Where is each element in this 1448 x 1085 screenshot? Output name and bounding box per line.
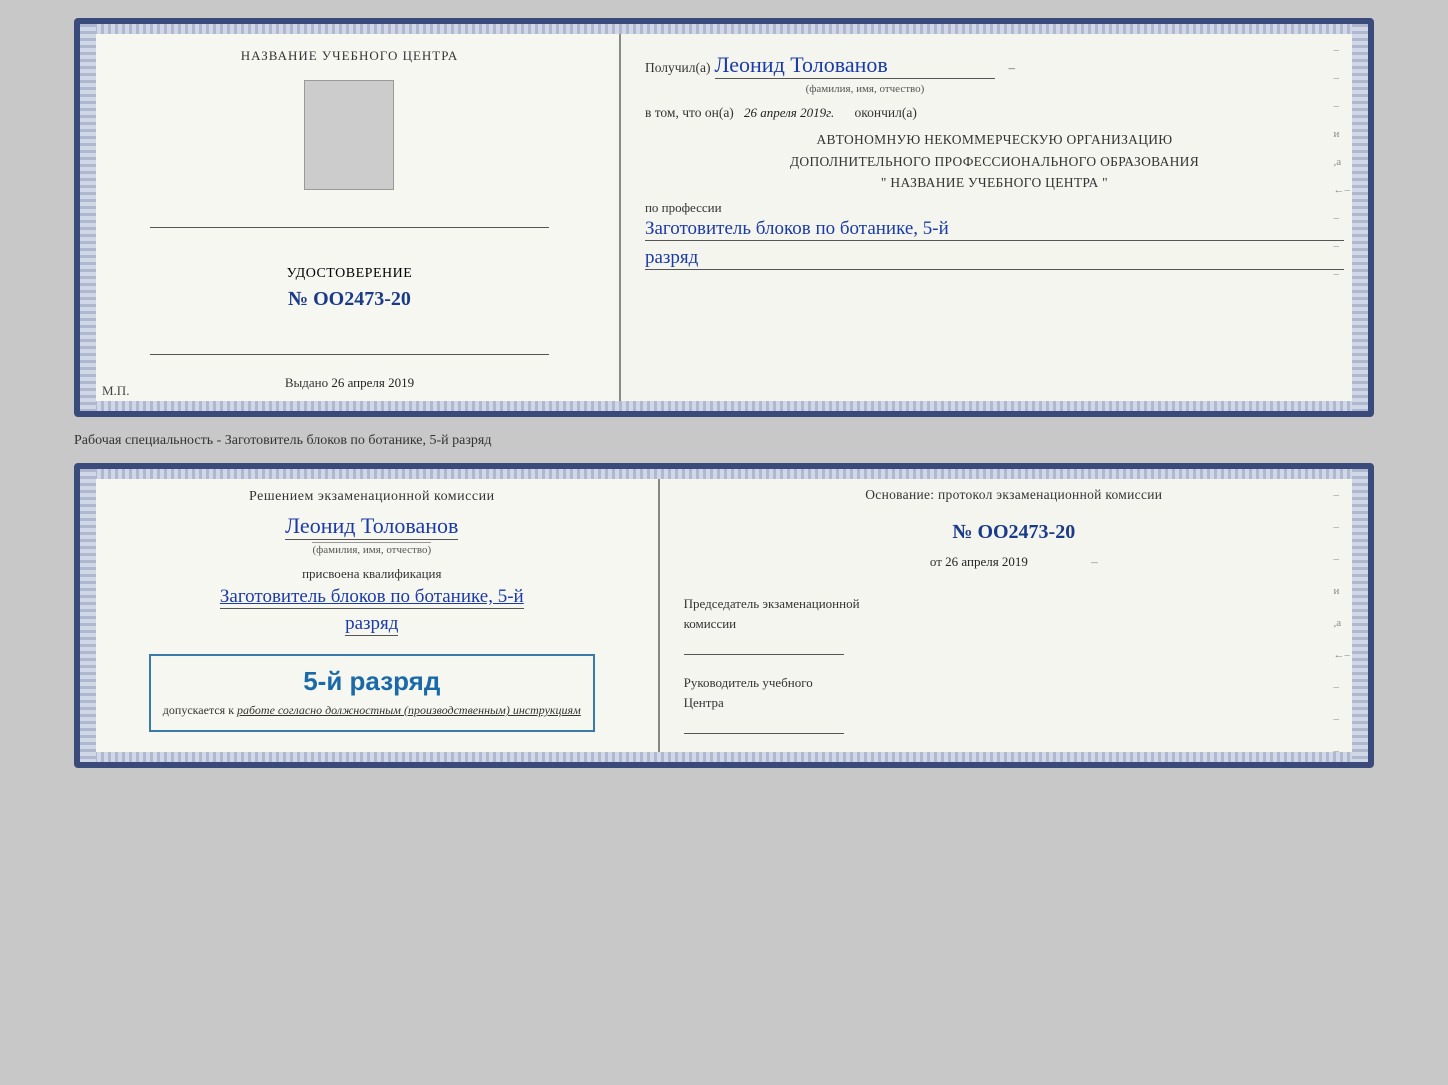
ruk-block: Руководитель учебного Центра: [684, 673, 1344, 734]
spine-right-2: [1352, 469, 1368, 762]
signature-line-2: [150, 337, 549, 355]
fio-label-1: (фамилия, имя, отчество): [725, 83, 1005, 95]
doc1-right-panel: Получил(а) Леонид Толованов – (фамилия, …: [621, 24, 1368, 411]
cert-title: УДОСТОВЕРЕНИЕ: [287, 266, 413, 282]
razryad2-value: разряд: [345, 613, 398, 636]
spine-right-1: [1352, 24, 1368, 411]
cert-number: № OO2473-20: [288, 288, 411, 311]
vydano-label: Выдано: [285, 375, 328, 390]
chairman-line2: комиссии: [684, 614, 1344, 634]
received-name: Леонид Толованов: [715, 52, 995, 79]
org-line1: АВТОНОМНУЮ НЕКОММЕРЧЕСКУЮ ОРГАНИЗАЦИЮ: [645, 129, 1344, 151]
person-name-big: Леонид Толованов: [285, 513, 458, 540]
vydano-date: 26 апреля 2019: [331, 375, 414, 390]
ruk-sign-line: [684, 718, 844, 734]
kval-value: Заготовитель блоков по ботанике, 5-й: [220, 586, 524, 609]
doc2-right-panel: Основание: протокол экзаменационной коми…: [660, 469, 1368, 762]
org-line3: " НАЗВАНИЕ УЧЕБНОГО ЦЕНТРА ": [645, 172, 1344, 194]
document-1: НАЗВАНИЕ УЧЕБНОГО ЦЕНТРА УДОСТОВЕРЕНИЕ №…: [74, 18, 1374, 417]
photo-placeholder: [304, 80, 394, 190]
doc1-school-name: НАЗВАНИЕ УЧЕБНОГО ЦЕНТРА: [241, 48, 458, 64]
right-decorations-2: –––и,а←––––: [1333, 489, 1350, 757]
stamp-box: 5-й разряд допускается к работе согласно…: [149, 654, 595, 732]
stamp-italic: работе согласно должностным (производств…: [237, 703, 581, 717]
right-decorations: –––и,а←––––: [1333, 44, 1350, 280]
protocol-number: № OO2473-20: [684, 521, 1344, 544]
ot-date: 26 апреля 2019: [945, 554, 1028, 569]
ruk-line1: Руководитель учебного: [684, 673, 1344, 693]
ot-line: от 26 апреля 2019 –: [684, 554, 1344, 570]
po-professii-label: по профессии: [645, 200, 1344, 216]
vydano-row: Выдано 26 апреля 2019: [285, 375, 414, 391]
org-line2: ДОПОЛНИТЕЛЬНОГО ПРОФЕССИОНАЛЬНОГО ОБРАЗО…: [645, 151, 1344, 173]
razryad-value: разряд: [645, 247, 1344, 270]
received-prefix: Получил(а): [645, 60, 711, 75]
prisvoyena-label: присвоена квалификация: [302, 566, 441, 582]
vtom-date: 26 апреля 2019г.: [744, 105, 834, 120]
resheniem-text: Решением экзаменационной комиссии: [249, 489, 495, 505]
doc2-left-panel: Решением экзаменационной комиссии Леонид…: [80, 469, 660, 762]
ot-label: от: [930, 554, 942, 569]
stamp-main-text: 5-й разряд: [163, 666, 581, 697]
between-sections-label: Рабочая специальность - Заготовитель бло…: [74, 431, 1374, 451]
document-2: Решением экзаменационной комиссии Леонид…: [74, 463, 1374, 768]
ruk-line2: Центра: [684, 693, 1344, 713]
doc1-left-panel: НАЗВАНИЕ УЧЕБНОГО ЦЕНТРА УДОСТОВЕРЕНИЕ №…: [80, 24, 621, 411]
professiya-value: Заготовитель блоков по ботанике, 5-й: [645, 218, 1344, 241]
osnov-text: Основание: протокол экзаменационной коми…: [684, 487, 1344, 503]
stamp-sub: допускается к работе согласно должностны…: [163, 703, 581, 718]
mp-label: М.П.: [102, 383, 129, 399]
vtom-text: в том, что он(а): [645, 105, 734, 120]
fio-label-2: (фамилия, имя, отчество): [312, 542, 431, 556]
chairman-sign-line: [684, 639, 844, 655]
vtom-line: в том, что он(а) 26 апреля 2019г. окончи…: [645, 105, 1344, 121]
chairman-block: Председатель экзаменационной комиссии: [684, 594, 1344, 655]
stamp-dopusk: допускается к: [163, 703, 234, 717]
signature-line-1: [150, 210, 549, 228]
chairman-line1: Председатель экзаменационной: [684, 594, 1344, 614]
okончил: окончил(а): [855, 105, 917, 120]
org-block: АВТОНОМНУЮ НЕКОММЕРЧЕСКУЮ ОРГАНИЗАЦИЮ ДО…: [645, 129, 1344, 194]
